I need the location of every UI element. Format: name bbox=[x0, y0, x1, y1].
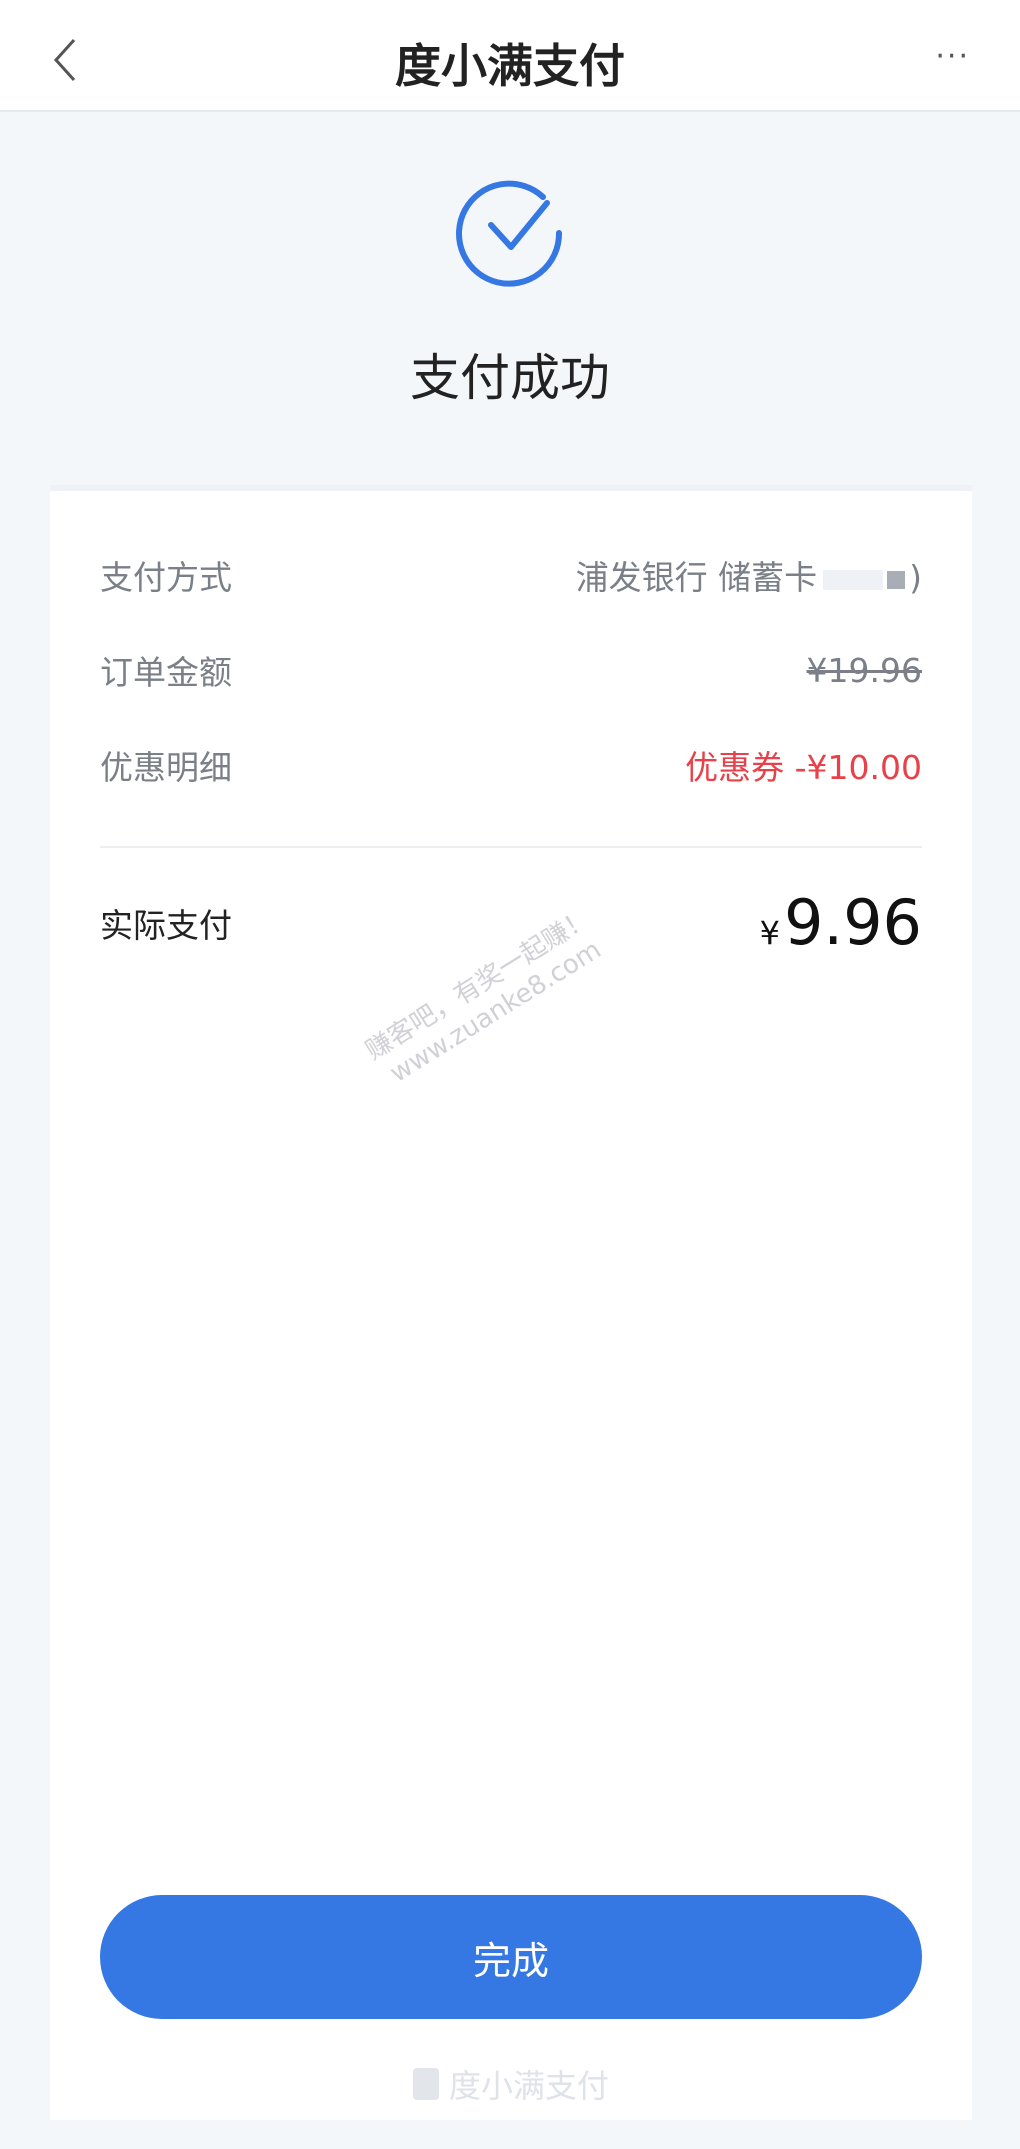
payment-details-card: 支付方式 浦发银行 储蓄卡) 订单金额 ¥19.96 优惠明细 优惠券 -¥10… bbox=[50, 485, 972, 2134]
done-button[interactable]: 完成 bbox=[100, 1895, 922, 2019]
status-text: 支付成功 bbox=[410, 349, 610, 407]
discount-value: 优惠券 -¥10.00 bbox=[685, 748, 922, 787]
actual-payment-value: ¥9.96 bbox=[760, 886, 922, 959]
brand-logo-icon bbox=[412, 2068, 439, 2100]
footer-brand: 度小满支付 bbox=[50, 2061, 972, 2107]
order-amount-label: 订单金额 bbox=[100, 653, 232, 692]
discount-label: 优惠明细 bbox=[100, 748, 232, 787]
currency-symbol: ¥ bbox=[759, 914, 780, 952]
actual-payment-label: 实际支付 bbox=[100, 905, 232, 945]
footer-brand-text: 度小满支付 bbox=[448, 2067, 609, 2105]
card-suffix: ) bbox=[909, 558, 922, 597]
more-icon[interactable]: ··· bbox=[935, 42, 970, 72]
page-title: 度小满支付 bbox=[395, 39, 625, 93]
order-amount-value: ¥19.96 bbox=[806, 650, 922, 690]
header: 度小满支付 ··· bbox=[0, 0, 1020, 112]
masked-card-number bbox=[823, 569, 884, 590]
masked-card-number-block bbox=[887, 570, 906, 589]
divider bbox=[100, 846, 922, 848]
payment-method-value: 浦发银行 储蓄卡) bbox=[576, 551, 922, 599]
discount-row: 优惠明细 优惠券 -¥10.00 bbox=[100, 741, 922, 789]
bank-card-text: 浦发银行 储蓄卡 bbox=[575, 558, 818, 597]
order-amount-row: 订单金额 ¥19.96 bbox=[100, 646, 922, 694]
actual-amount: 9.96 bbox=[783, 886, 922, 959]
payment-method-label: 支付方式 bbox=[100, 558, 232, 597]
zigzag-edge bbox=[50, 2118, 972, 2134]
check-circle-icon bbox=[456, 180, 563, 287]
payment-method-row: 支付方式 浦发银行 储蓄卡) bbox=[100, 551, 922, 599]
